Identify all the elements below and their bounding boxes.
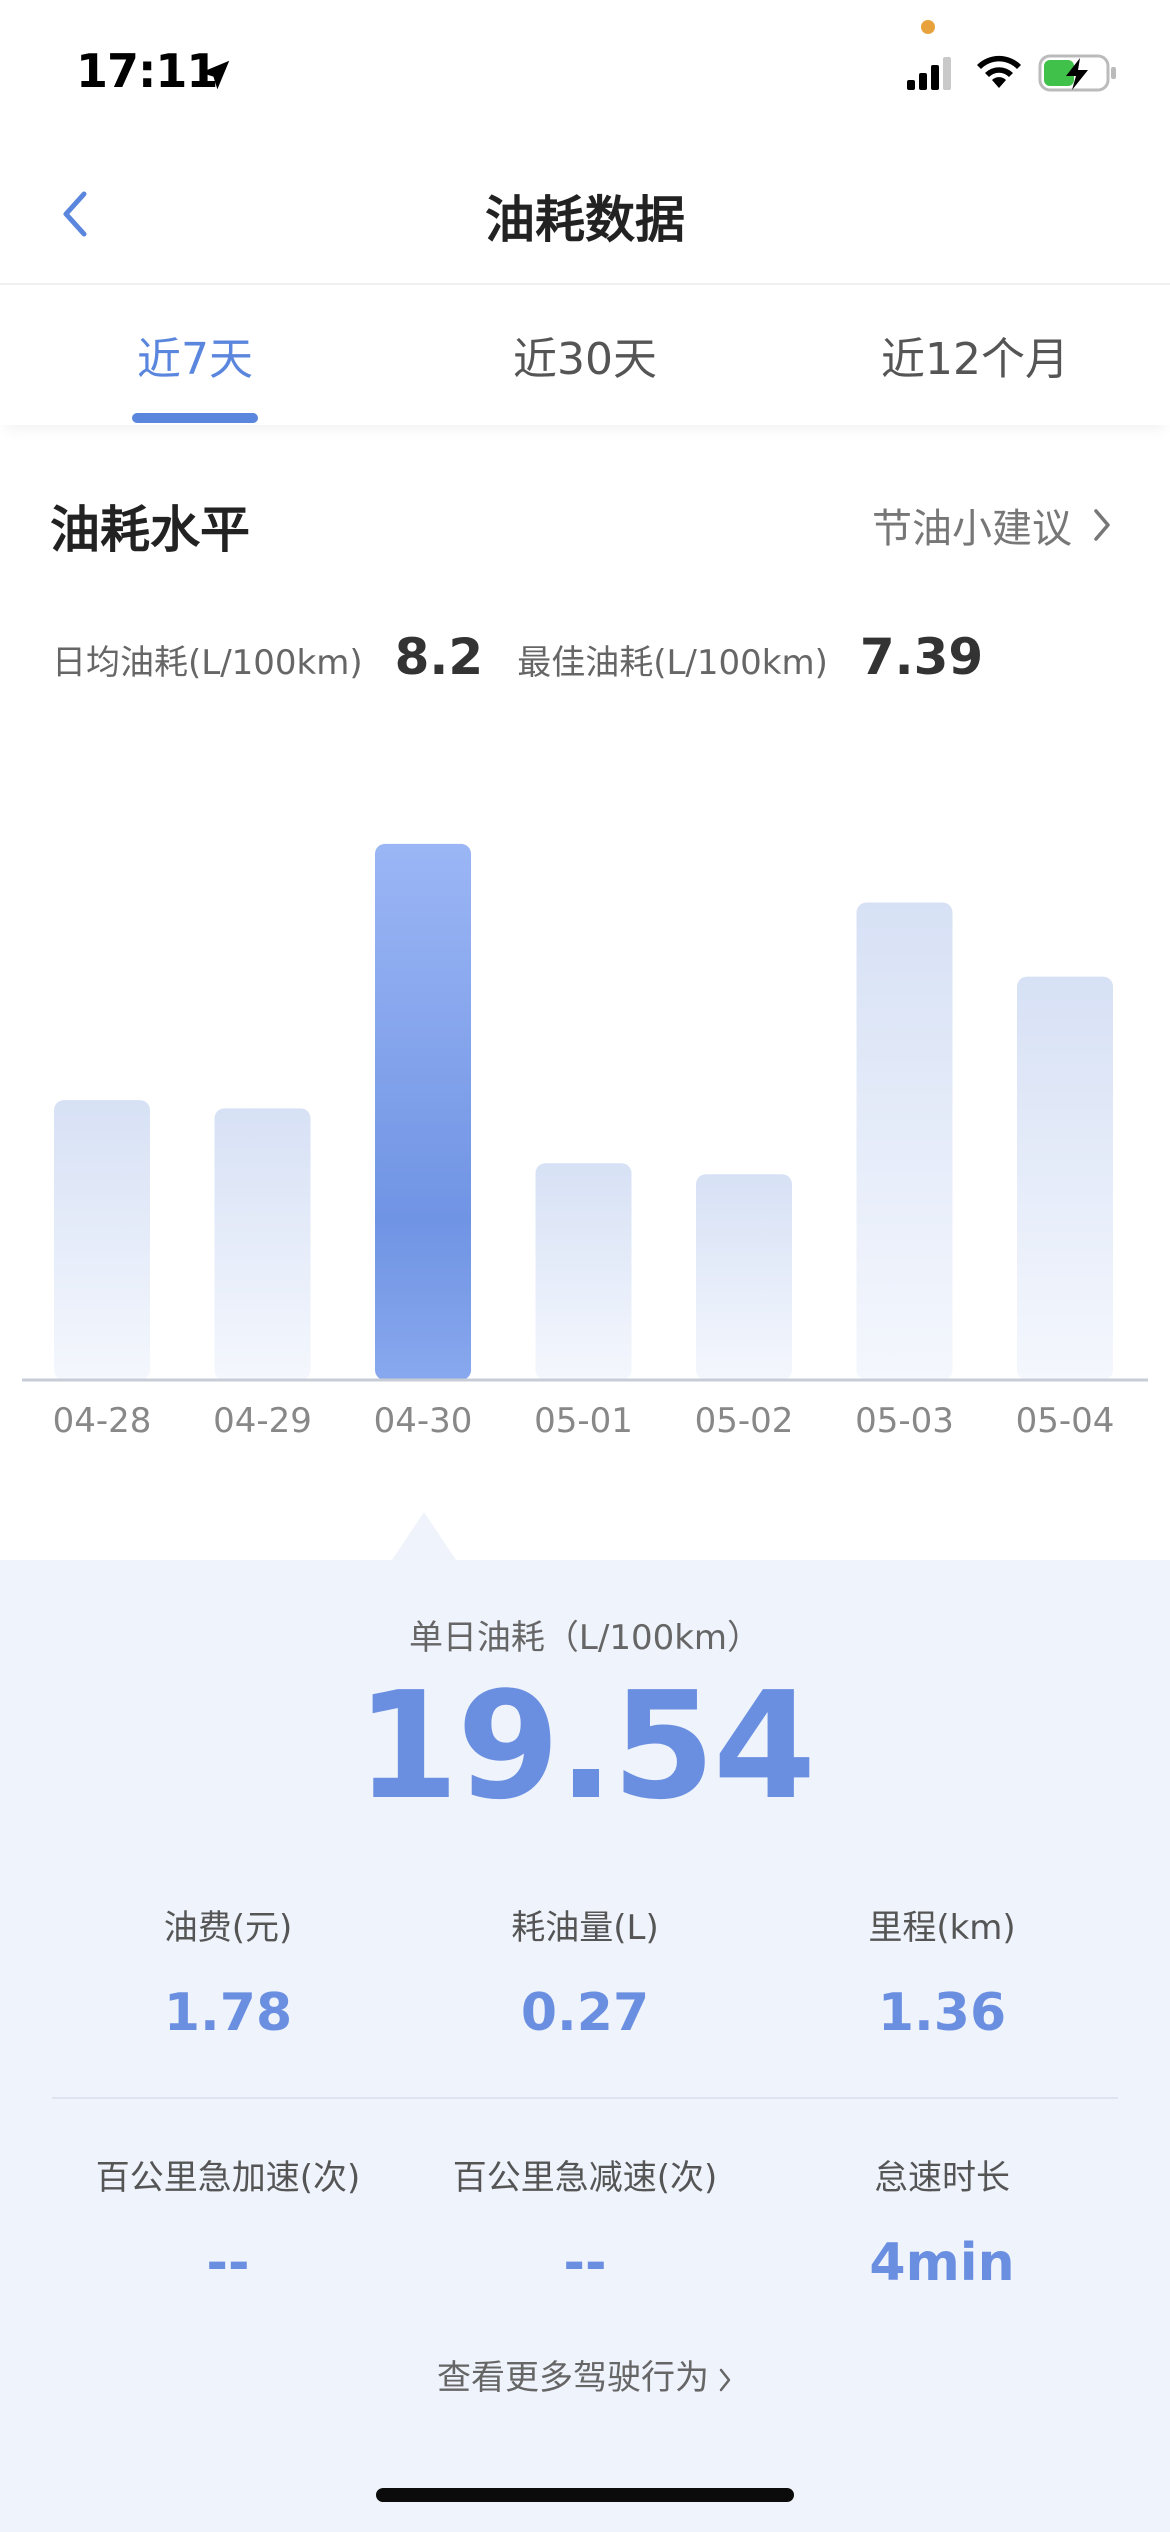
- bar-04-29[interactable]: [214, 1108, 311, 1380]
- x-tick-label: 05-03: [855, 1401, 954, 1440]
- daily-details-panel: 单日油耗（L/100km） 19.54 油费(元) 1.78 耗油量(L) 0.…: [0, 1560, 1170, 2532]
- best-consumption-value: 7.39: [859, 628, 984, 686]
- metric-idle-time: 怠速时长 4min: [762, 2150, 1122, 2293]
- best-consumption-label: 最佳油耗(L/100km): [517, 643, 828, 683]
- tab-7-days[interactable]: 近7天: [0, 323, 390, 387]
- bar-05-04[interactable]: [1017, 976, 1113, 1380]
- bar-05-01[interactable]: [535, 1163, 632, 1380]
- metric-value: 4min: [869, 2233, 1015, 2293]
- metrics-divider: [52, 2097, 1118, 2099]
- x-tick-label: 05-04: [1016, 1401, 1115, 1440]
- x-tick-label: 04-28: [53, 1401, 152, 1440]
- status-bar: 17:11: [0, 0, 1170, 140]
- metric-label: 耗油量(L): [511, 1908, 659, 1948]
- privacy-indicator-dot: [921, 20, 935, 34]
- selected-bar-pointer: [392, 1512, 456, 1560]
- wifi-icon: [977, 55, 1021, 88]
- nav-bar: 油耗数据: [0, 140, 1170, 282]
- home-indicator: [376, 2488, 794, 2502]
- metric-label: 百公里急加速(次): [95, 2158, 361, 2198]
- tab-30-days[interactable]: 近30天: [390, 323, 780, 387]
- daily-consumption-value: 19.54: [355, 1660, 816, 1832]
- signal-icon: [907, 57, 951, 90]
- bar-04-30[interactable]: [375, 843, 471, 1380]
- bar-05-02[interactable]: [696, 1174, 792, 1380]
- period-tabs: 近7天 近30天 近12个月: [0, 283, 1170, 425]
- avg-consumption-label: 日均油耗(L/100km): [52, 643, 363, 683]
- x-tick-label: 05-02: [695, 1401, 794, 1440]
- daily-consumption-label: 单日油耗（L/100km）: [408, 1618, 762, 1658]
- bar-04-28[interactable]: [54, 1100, 150, 1380]
- metric-hard-braking: 百公里急减速(次) --: [405, 2150, 765, 2293]
- more-driving-behavior-link[interactable]: 查看更多驾驶行为: [0, 2350, 1170, 2399]
- metric-mileage: 里程(km) 1.36: [762, 1900, 1122, 2043]
- fuel-saving-tips-link[interactable]: 节油小建议: [872, 496, 1114, 554]
- metric-label: 里程(km): [868, 1908, 1016, 1948]
- chevron-right-icon: [719, 2368, 731, 2391]
- avg-consumption-value: 8.2: [394, 628, 484, 686]
- metric-value: 1.36: [877, 1983, 1007, 2043]
- chevron-right-icon: [1094, 509, 1110, 541]
- x-tick-label: 04-30: [374, 1401, 473, 1440]
- daily-consumption-chart: 04-28 04-29 04-30 05-01 05-02 05-03 05-04: [22, 843, 1148, 1440]
- metric-value: 1.78: [163, 1983, 293, 2043]
- more-link-label: 查看更多驾驶行为: [437, 2358, 709, 2398]
- page-title: 油耗数据: [485, 191, 685, 249]
- x-tick-label: 04-29: [213, 1401, 312, 1440]
- x-tick-label: 05-01: [534, 1401, 633, 1440]
- metric-value: 0.27: [520, 1983, 650, 2043]
- fuel-stats-row: 日均油耗(L/100km) 8.2 最佳油耗(L/100km) 7.39: [52, 628, 1017, 686]
- tips-link-label: 节油小建议: [872, 506, 1072, 552]
- metric-hard-acceleration: 百公里急加速(次) --: [48, 2150, 408, 2293]
- tab-12-months[interactable]: 近12个月: [780, 323, 1170, 387]
- metric-label: 油费(元): [163, 1908, 293, 1948]
- location-arrow-icon: [200, 60, 230, 90]
- metric-fuel-cost: 油费(元) 1.78: [48, 1900, 408, 2043]
- metric-label: 怠速时长: [874, 2158, 1010, 2198]
- metric-label: 百公里急减速(次): [452, 2158, 718, 2198]
- metric-fuel-used: 耗油量(L) 0.27: [405, 1900, 765, 2043]
- section-title: 油耗水平: [50, 501, 250, 559]
- metric-value: --: [206, 2233, 250, 2293]
- active-tab-indicator: [132, 413, 258, 423]
- bar-05-03[interactable]: [856, 902, 953, 1380]
- battery-charging-icon: [1038, 54, 1116, 92]
- metric-value: --: [563, 2233, 607, 2293]
